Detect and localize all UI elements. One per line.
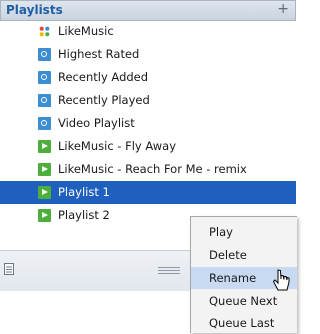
likemusic-logo-icon: [39, 26, 50, 37]
mouse-pointer-icon: [272, 269, 290, 291]
list-item-label: Highest Rated: [58, 47, 140, 61]
menu-item-play[interactable]: Play: [191, 221, 297, 243]
list-item-label: Recently Added: [58, 70, 149, 84]
smart-playlist-icon: [38, 94, 51, 107]
playlist-icon: [38, 140, 51, 153]
list-item-label: Video Playlist: [58, 116, 135, 130]
playlist-icon: [38, 163, 51, 176]
list-item-label: LikeMusic - Fly Away: [58, 139, 177, 153]
playlist-icon: [38, 209, 51, 222]
menu-item-queue-last[interactable]: Queue Last: [191, 312, 297, 334]
list-item-selected[interactable]: Playlist 1: [0, 181, 296, 204]
menu-item-delete[interactable]: Delete: [191, 244, 297, 266]
smart-playlist-icon: [38, 71, 51, 84]
playlist-icon: [38, 186, 51, 199]
list-item[interactable]: Video Playlist: [0, 112, 296, 135]
list-item[interactable]: Highest Rated: [0, 43, 296, 66]
list-item[interactable]: Recently Played: [0, 89, 296, 112]
list-item-label: Playlist 1: [58, 185, 110, 199]
playlists-header: Playlists +: [0, 0, 296, 21]
list-item-label: LikeMusic - Reach For Me - remix: [58, 162, 247, 176]
list-item-label: LikeMusic: [58, 24, 114, 38]
list-item-label: Recently Played: [58, 93, 150, 107]
playlists-title: Playlists: [6, 3, 63, 17]
add-playlist-button[interactable]: +: [277, 1, 289, 17]
note-icon: [4, 263, 14, 275]
playlists-panel: Playlists + LikeMusic Highest Rated Rece…: [0, 0, 297, 334]
list-item[interactable]: Recently Added: [0, 66, 296, 89]
grip-handle-icon[interactable]: [158, 267, 180, 276]
smart-playlist-icon: [38, 48, 51, 61]
list-item[interactable]: LikeMusic - Fly Away: [0, 135, 296, 158]
list-item[interactable]: LikeMusic - Reach For Me - remix: [0, 158, 296, 181]
list-item[interactable]: LikeMusic: [0, 20, 296, 43]
list-item-label: Playlist 2: [58, 208, 110, 222]
smart-playlist-icon: [38, 117, 51, 130]
